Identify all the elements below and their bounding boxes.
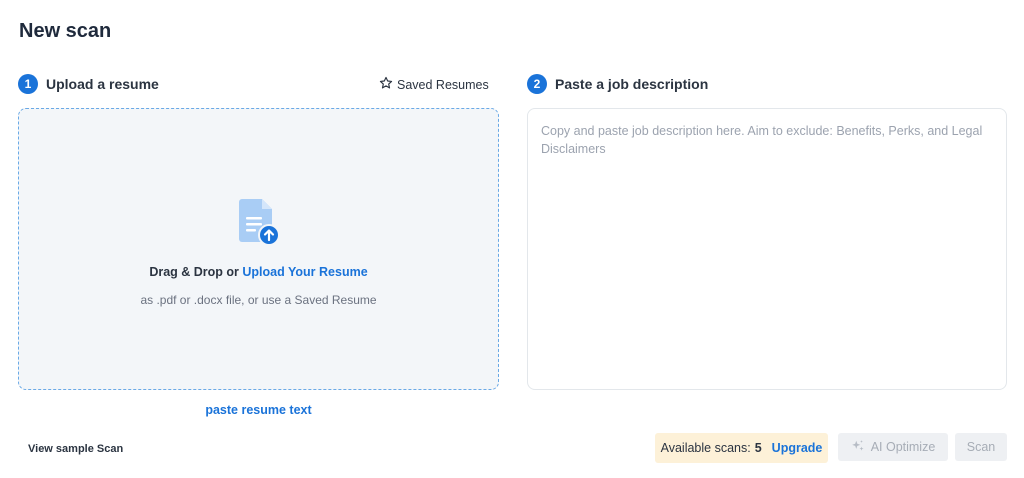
upload-resume-link[interactable]: Upload Your Resume: [242, 265, 367, 279]
resume-dropzone[interactable]: Drag & Drop or Upload Your Resume as .pd…: [18, 108, 499, 390]
upgrade-link[interactable]: Upgrade: [772, 441, 823, 455]
ai-optimize-label: AI Optimize: [870, 440, 936, 454]
star-icon: [379, 76, 393, 93]
ai-optimize-button[interactable]: AI Optimize: [838, 433, 948, 461]
job-description-heading: 2 Paste a job description: [527, 74, 708, 94]
view-sample-scan-link[interactable]: View sample Scan: [28, 443, 123, 455]
upload-resume-title: Upload a resume: [46, 76, 159, 92]
available-scans-badge: Available scans: 5 Upgrade: [655, 433, 828, 463]
file-type-hint: as .pdf or .docx file, or use a Saved Re…: [140, 293, 377, 307]
job-description-box: [527, 108, 1007, 390]
drop-instructions: Drag & Drop or Upload Your Resume: [19, 265, 498, 279]
document-upload-icon: [238, 197, 282, 247]
scan-button[interactable]: Scan: [955, 433, 1007, 461]
saved-resumes-button[interactable]: Saved Resumes: [379, 76, 489, 93]
step-2-badge: 2: [527, 74, 547, 94]
new-scan-page: New scan 1 Upload a resume Saved Resumes: [0, 0, 1024, 478]
drop-prefix: Drag & Drop or: [149, 265, 243, 279]
sparkle-icon: [851, 439, 865, 456]
upload-resume-heading: 1 Upload a resume: [18, 74, 159, 94]
page-title: New scan: [19, 20, 112, 42]
job-description-input[interactable]: [528, 109, 1006, 389]
available-scans-label: Available scans:: [660, 441, 751, 455]
available-scans-count: 5: [754, 441, 762, 455]
step-1-badge: 1: [18, 74, 38, 94]
job-description-title: Paste a job description: [555, 76, 709, 92]
saved-resumes-label: Saved Resumes: [397, 77, 489, 92]
paste-resume-text-link[interactable]: paste resume text: [18, 403, 499, 417]
